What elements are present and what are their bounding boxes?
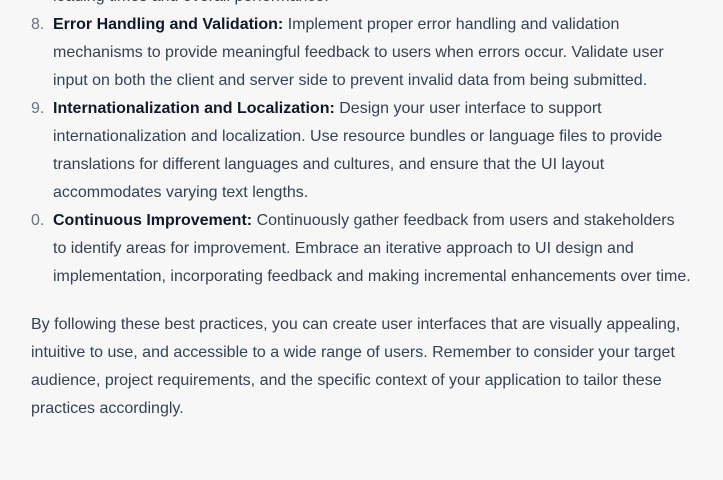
best-practices-list: 8. Error Handling and Validation: Implem…: [31, 11, 691, 291]
list-item-title: Error Handling and Validation:: [53, 16, 284, 33]
list-item-number: 8.: [31, 16, 45, 33]
list-item-continuous-improvement: 0. Continuous Improvement: Continuously …: [31, 207, 691, 291]
assistant-message: loading times and overall performance. 8…: [0, 0, 723, 480]
list-item-title: Internationalization and Localization:: [53, 100, 335, 117]
list-item-number: 9.: [31, 100, 45, 117]
list-item-number: 0.: [31, 212, 45, 229]
message-content: loading times and overall performance. 8…: [31, 0, 691, 423]
previous-item-fragment: loading times and overall performance.: [31, 0, 691, 11]
list-item-internationalization: 9. Internationalization and Localization…: [31, 95, 691, 207]
closing-paragraph: By following these best practices, you c…: [31, 316, 681, 417]
list-item-error-handling: 8. Error Handling and Validation: Implem…: [31, 11, 691, 95]
list-item-title: Continuous Improvement:: [53, 212, 253, 229]
